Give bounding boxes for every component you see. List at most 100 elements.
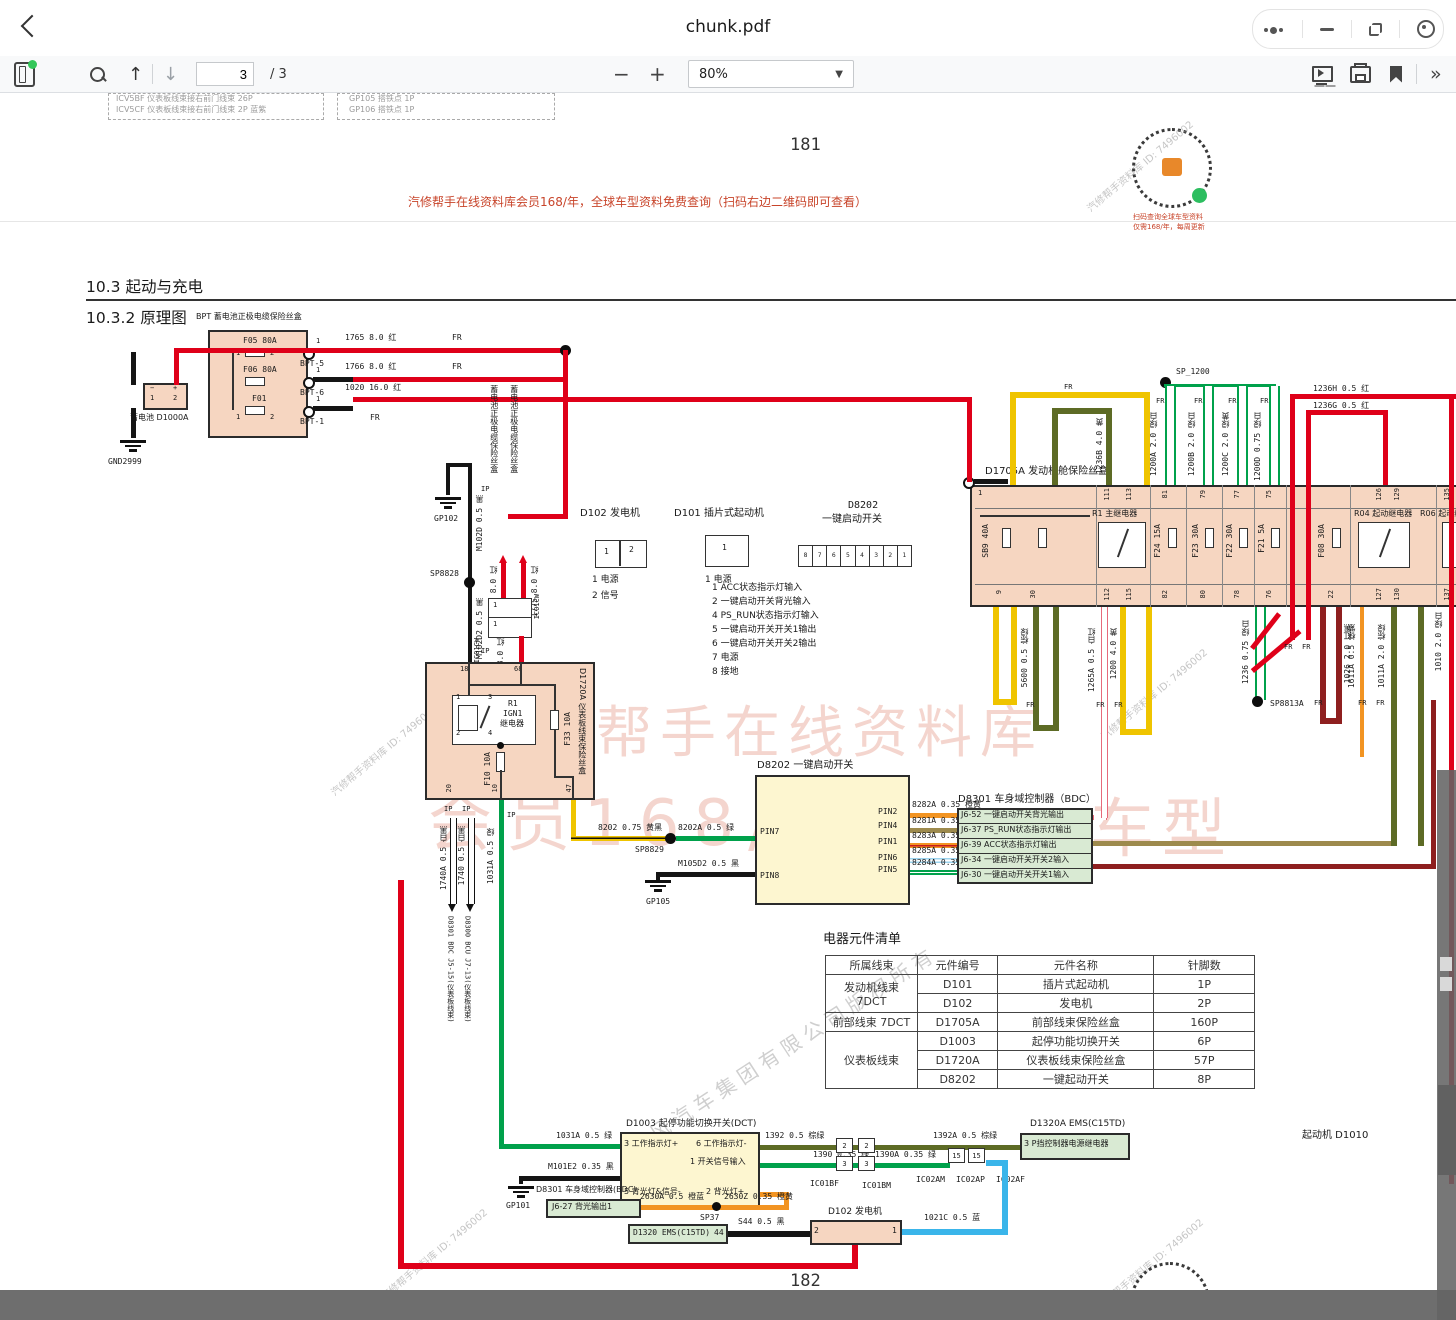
trace xyxy=(554,730,556,778)
box-title: D8202 一键启动开关 xyxy=(757,760,853,771)
wire-label: 5600 0.5 棕绿 xyxy=(1021,628,1030,687)
fuse-symbol xyxy=(496,752,505,772)
harness-tag: FR xyxy=(370,414,380,423)
internal-bus xyxy=(232,352,234,410)
harness-tag: FR xyxy=(452,334,462,343)
wire-label: M101E2 0.35 黑 xyxy=(548,1163,614,1172)
pin: PIN5 xyxy=(878,866,897,875)
page-input[interactable] xyxy=(196,62,254,86)
pin: 1 xyxy=(978,490,982,498)
starter-label: 起动机 D1010 xyxy=(1302,1130,1368,1141)
wire-segment xyxy=(993,607,999,705)
wire-segment xyxy=(1033,607,1039,731)
legend-line: 7 电源 xyxy=(712,654,739,664)
wire-segment xyxy=(1431,700,1436,868)
dest-label: D8301 BDC J5-15(仪表板线束) xyxy=(446,916,454,1023)
wire-segment xyxy=(1053,607,1059,731)
wire-label: 2630A 0.5 橙蓝 xyxy=(640,1193,704,1202)
splice-label: SP8829 xyxy=(635,846,664,855)
wire-segment xyxy=(656,872,755,877)
bpt-label: BPT 蓄电池正极电缆保险丝盒 xyxy=(196,313,302,322)
wire-segment xyxy=(499,1144,622,1149)
cell: 前部线束保险丝盒 xyxy=(998,1013,1154,1032)
dest-label: 蓄电池正极电缆保险丝盒 xyxy=(509,385,518,473)
wire-segment xyxy=(563,350,568,518)
pin: 2 xyxy=(814,1227,819,1236)
wire-segment xyxy=(1203,386,1214,485)
document-title: chunk.pdf xyxy=(0,17,1456,37)
zoom-in-button[interactable]: + xyxy=(649,62,666,86)
wire-segment xyxy=(398,1263,858,1269)
divider xyxy=(1286,485,1287,607)
wire-label: 1011A 2.0 棕绿 xyxy=(1378,624,1387,688)
wire-label: S44 0.5 黑 xyxy=(738,1218,785,1227)
presentation-icon[interactable] xyxy=(1312,66,1333,82)
wire-label: 1200A 2.0 绿白 xyxy=(1150,412,1159,476)
dest-label: 蓄电池正极电缆保险丝盒 xyxy=(489,385,498,473)
zoom-select[interactable]: 80% ▼ xyxy=(688,60,854,88)
wire-segment xyxy=(1052,408,1058,485)
wire-segment xyxy=(1360,607,1364,757)
battery-label: 蓄电池 D1000A xyxy=(130,414,189,423)
pin: 112 xyxy=(1104,588,1112,601)
wire-label: 8202 0.75 黄黑 xyxy=(598,824,662,833)
ground-symbol xyxy=(435,495,461,509)
wire-segment xyxy=(1255,607,1266,700)
divider xyxy=(1436,485,1437,607)
internal-bus xyxy=(980,515,1090,517)
sidebar-toggle-icon[interactable] xyxy=(14,62,35,87)
legend-line: 6 一键启动开关开关2输出 xyxy=(712,640,816,650)
ground-label: GP105 xyxy=(646,898,670,907)
bdc-row: J6-30 一键启动开关开关1输入 xyxy=(961,871,1069,880)
more-options-icon[interactable] xyxy=(1262,20,1285,39)
wire-label: 1200C 2.0 绿黄 xyxy=(1222,412,1231,476)
zoom-out-button[interactable]: − xyxy=(613,62,630,86)
pin-row-line xyxy=(975,584,1456,585)
divider xyxy=(957,868,1093,869)
pin: 78 xyxy=(1234,590,1242,598)
battery-minus: − xyxy=(150,385,154,393)
scrollbar[interactable] xyxy=(1437,770,1456,1320)
previous-page-icon[interactable]: ↑ xyxy=(128,64,143,85)
record-circle-icon[interactable] xyxy=(1417,20,1435,38)
wire-label: 2630Z 0.35 橙黄 xyxy=(724,1193,793,1202)
harness-tag: FR xyxy=(1026,702,1034,710)
connector-pin: 2 xyxy=(836,1138,853,1153)
zoom-value: 80% xyxy=(699,67,728,82)
pin: 81 xyxy=(1162,490,1170,498)
wire-segment xyxy=(676,836,755,841)
divider xyxy=(1302,20,1303,38)
connector-label: BPT-1 xyxy=(300,418,324,427)
more-tools-icon[interactable]: » xyxy=(1430,63,1442,85)
wire-segment xyxy=(1093,841,1393,846)
next-page-icon[interactable]: ↓ xyxy=(163,64,178,85)
wire-label: M102D 0.5 黑 xyxy=(476,495,485,551)
wire-segment xyxy=(571,800,576,840)
cell: 插片式起动机 xyxy=(998,975,1154,994)
restore-window-icon[interactable] xyxy=(1369,23,1382,36)
print-icon[interactable] xyxy=(1350,66,1371,83)
wire-label: M102D2 0.5 黑 xyxy=(476,598,485,659)
wire-label: 1031A 0.5 绿 xyxy=(487,828,496,884)
pin: 7 xyxy=(813,546,827,566)
wire-label: 1020 16.0 红 xyxy=(345,384,401,393)
wire-segment xyxy=(1052,408,1112,414)
fuse-label: F23 30A xyxy=(1192,524,1201,558)
divider xyxy=(1150,485,1151,607)
wire-segment xyxy=(1391,607,1397,846)
wire-segment xyxy=(1101,607,1108,818)
wire-label: 1236H 0.5 红 xyxy=(1313,385,1369,394)
notification-dot xyxy=(28,60,37,69)
relay-label: R04 起动继电器 xyxy=(1354,510,1412,519)
title-bar: chunk.pdf xyxy=(0,0,1456,56)
minimize-icon[interactable] xyxy=(1320,28,1334,31)
bookmark-icon[interactable] xyxy=(1390,66,1402,83)
search-icon[interactable] xyxy=(90,67,105,82)
fuse-label: F10 10A xyxy=(484,752,493,786)
wire-segment xyxy=(571,836,671,841)
pin: 111 xyxy=(1104,488,1112,501)
wire-segment xyxy=(313,377,353,382)
ground-symbol xyxy=(120,438,146,452)
wire-segment xyxy=(174,350,179,385)
legend-title: 一键启动开关 xyxy=(822,514,882,525)
